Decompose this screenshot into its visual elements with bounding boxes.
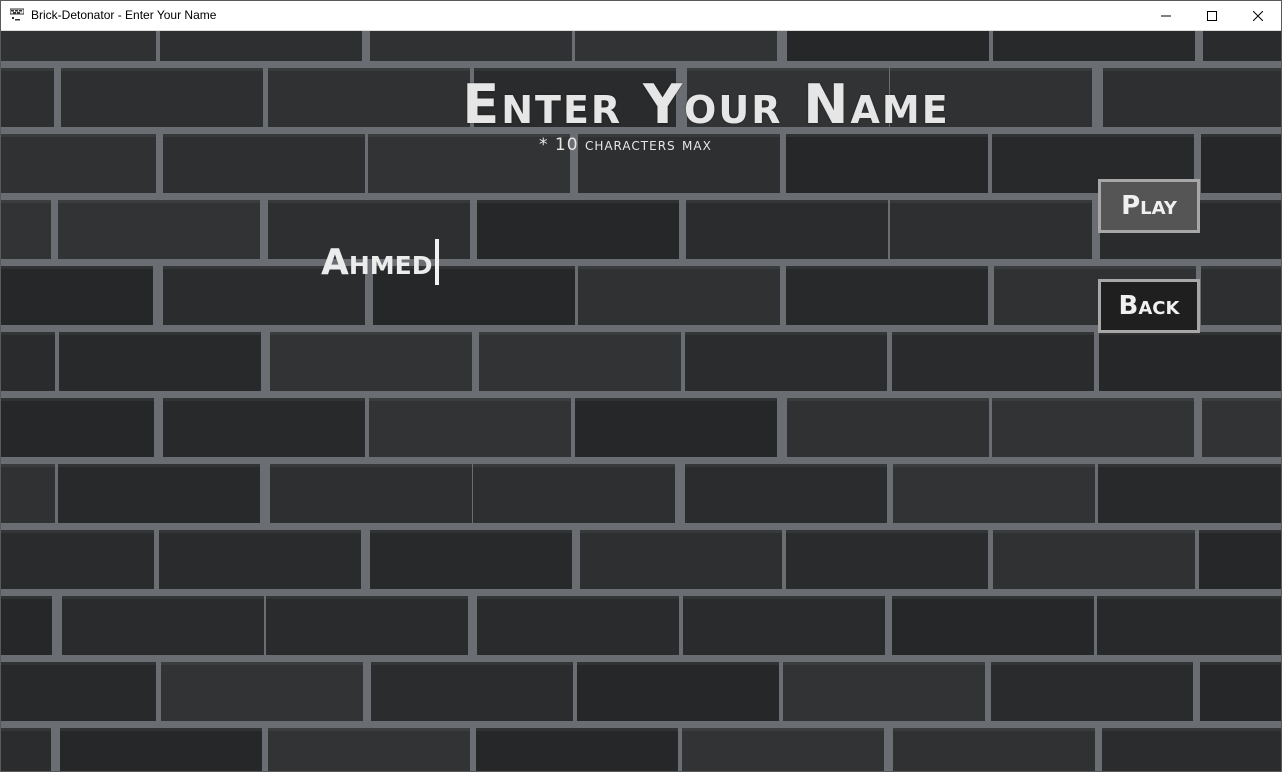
maximize-button[interactable] — [1189, 1, 1235, 30]
app-window: Brick-Detonator - Enter Your Name Enter … — [0, 0, 1282, 772]
close-button[interactable] — [1235, 1, 1281, 30]
page-title: Enter Your Name — [462, 73, 950, 136]
minimize-button[interactable] — [1143, 1, 1189, 30]
name-input[interactable]: Ahmed — [321, 239, 439, 285]
minimize-icon — [1161, 15, 1171, 16]
window-title: Brick-Detonator - Enter Your Name — [31, 8, 217, 22]
text-caret — [434, 239, 439, 285]
back-button[interactable]: Back — [1098, 279, 1200, 333]
play-button[interactable]: Play — [1098, 179, 1200, 233]
brick-app-icon — [10, 8, 24, 21]
name-input-value: Ahmed — [321, 241, 433, 283]
game-area: Enter Your Name * 10 characters max Ahme… — [1, 31, 1281, 771]
close-icon — [1253, 10, 1263, 21]
maximize-icon — [1207, 10, 1217, 21]
character-limit-note: * 10 characters max — [539, 135, 712, 155]
title-bar[interactable]: Brick-Detonator - Enter Your Name — [1, 1, 1281, 31]
